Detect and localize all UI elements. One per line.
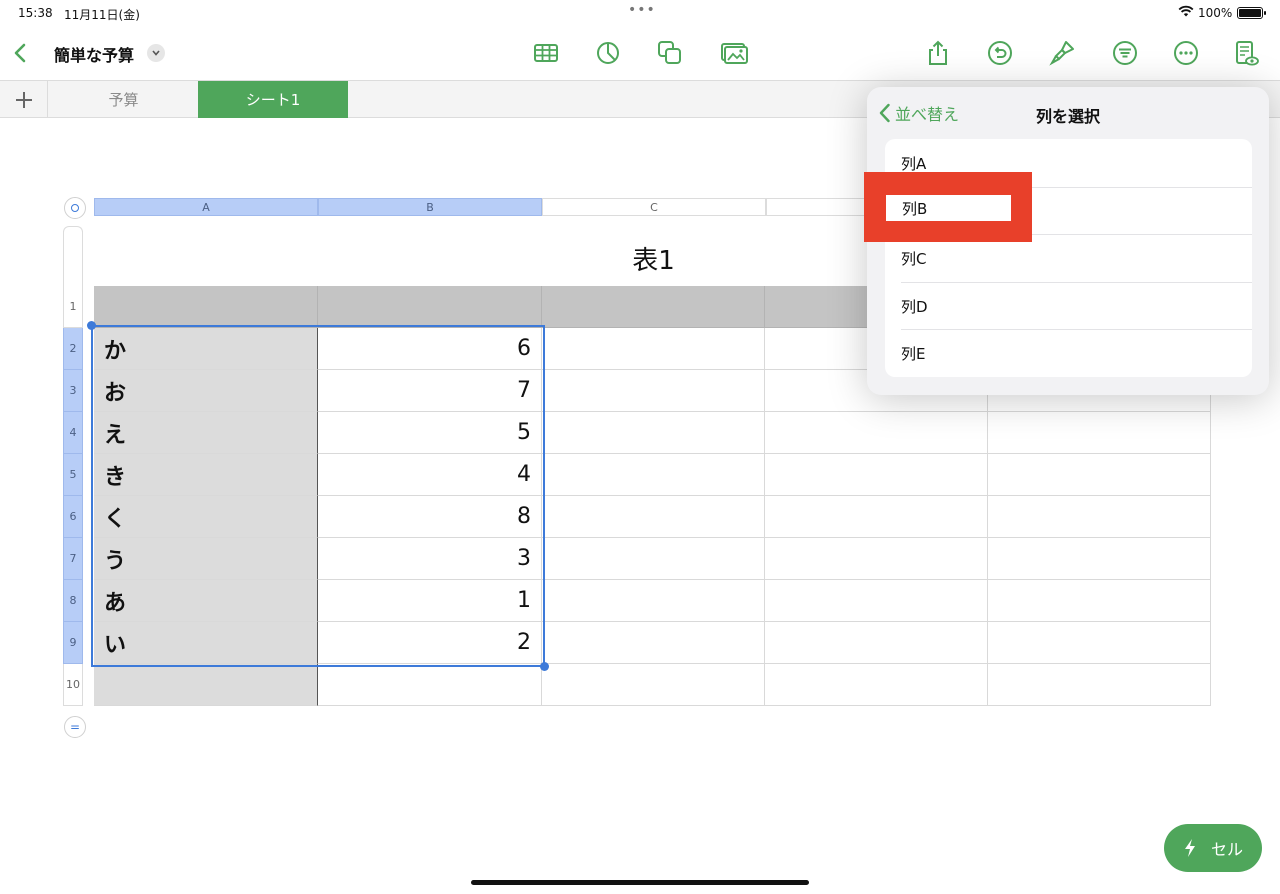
battery-percent: 100% bbox=[1198, 6, 1233, 20]
back-chevron-icon[interactable] bbox=[6, 38, 36, 68]
cell-action-button[interactable]: セル bbox=[1164, 824, 1262, 872]
cell-selection[interactable] bbox=[91, 325, 545, 667]
table-cell[interactable] bbox=[542, 454, 765, 496]
undo-icon[interactable] bbox=[985, 38, 1015, 68]
reading-view-icon[interactable] bbox=[1231, 38, 1261, 68]
column-option-e[interactable]: 列E bbox=[885, 329, 1252, 377]
table-cell[interactable] bbox=[988, 664, 1211, 706]
chart-icon[interactable] bbox=[593, 38, 623, 68]
more-icon[interactable] bbox=[1171, 38, 1201, 68]
add-sheet-icon[interactable] bbox=[0, 81, 48, 118]
table-cell[interactable] bbox=[988, 580, 1211, 622]
table-cell[interactable] bbox=[542, 328, 765, 370]
battery-icon bbox=[1237, 7, 1266, 19]
highlight-annotation: 列B bbox=[864, 172, 1032, 242]
selection-handle-top-left[interactable] bbox=[87, 321, 96, 330]
table-cell[interactable] bbox=[318, 286, 542, 328]
row-header-1[interactable]: 1 bbox=[63, 286, 83, 328]
column-header-b[interactable]: B bbox=[318, 198, 542, 216]
row-header-7[interactable]: 7 bbox=[63, 538, 83, 580]
share-icon[interactable] bbox=[923, 38, 953, 68]
table-cell[interactable] bbox=[765, 454, 988, 496]
wifi-icon bbox=[1178, 5, 1194, 20]
table-cell[interactable] bbox=[988, 538, 1211, 580]
column-option-d[interactable]: 列D bbox=[885, 282, 1252, 330]
tab-sheet1[interactable]: シート1 bbox=[198, 81, 348, 118]
table-cell[interactable] bbox=[765, 622, 988, 664]
document-title[interactable]: 簡単な予算 bbox=[54, 42, 134, 66]
media-icon[interactable] bbox=[719, 38, 749, 68]
row-header-9[interactable]: 9 bbox=[63, 622, 83, 664]
table-cell[interactable] bbox=[765, 412, 988, 454]
table-cell[interactable] bbox=[765, 664, 988, 706]
lightning-icon bbox=[1184, 839, 1195, 857]
table-title[interactable]: 表1 bbox=[542, 240, 765, 277]
row-header-8[interactable]: 8 bbox=[63, 580, 83, 622]
table-cell[interactable] bbox=[765, 538, 988, 580]
shape-icon[interactable] bbox=[655, 38, 685, 68]
format-brush-icon[interactable] bbox=[1047, 38, 1077, 68]
table-select-handle[interactable] bbox=[64, 197, 86, 219]
tab-yosan[interactable]: 予算 bbox=[49, 81, 199, 118]
table-cell[interactable] bbox=[988, 412, 1211, 454]
table-cell[interactable] bbox=[988, 454, 1211, 496]
row-header-5[interactable]: 5 bbox=[63, 454, 83, 496]
status-time: 15:38 bbox=[18, 6, 53, 20]
table-cell[interactable] bbox=[988, 622, 1211, 664]
status-bar: 15:38 11月11日(金) ••• 100% bbox=[0, 0, 1280, 28]
table-cell[interactable] bbox=[318, 664, 542, 706]
table-cell[interactable] bbox=[542, 286, 765, 328]
table-cell[interactable] bbox=[542, 370, 765, 412]
highlighted-column-option[interactable]: 列B bbox=[886, 195, 1011, 221]
table-icon[interactable] bbox=[531, 38, 561, 68]
multitasking-dots-icon[interactable]: ••• bbox=[628, 2, 656, 18]
table-cell[interactable] bbox=[542, 538, 765, 580]
table-cell[interactable] bbox=[94, 664, 318, 706]
cell-action-label: セル bbox=[1210, 840, 1243, 859]
table-cell[interactable] bbox=[765, 580, 988, 622]
row-header-6[interactable]: 6 bbox=[63, 496, 83, 538]
table-cell[interactable] bbox=[542, 622, 765, 664]
row-header-2[interactable]: 2 bbox=[63, 328, 83, 370]
table-cell[interactable] bbox=[542, 664, 765, 706]
column-header-a[interactable]: A bbox=[94, 198, 318, 216]
row-header-3[interactable]: 3 bbox=[63, 370, 83, 412]
add-row-icon[interactable]: = bbox=[64, 716, 86, 738]
selection-handle-bottom-right[interactable] bbox=[540, 662, 549, 671]
table-cell[interactable] bbox=[988, 496, 1211, 538]
row-header-10[interactable]: 10 bbox=[63, 664, 83, 706]
row-header-spacer bbox=[63, 226, 83, 286]
chevron-down-icon[interactable] bbox=[147, 44, 165, 62]
organize-icon[interactable] bbox=[1110, 38, 1140, 68]
table-cell[interactable] bbox=[542, 580, 765, 622]
home-indicator[interactable] bbox=[471, 880, 809, 885]
table-cell[interactable] bbox=[765, 496, 988, 538]
row-header-4[interactable]: 4 bbox=[63, 412, 83, 454]
table-cell[interactable] bbox=[94, 286, 318, 328]
table-cell[interactable] bbox=[542, 496, 765, 538]
table-cell[interactable] bbox=[542, 412, 765, 454]
toolbar: 簡単な予算 bbox=[0, 28, 1280, 80]
popover-title: 列を選択 bbox=[1035, 107, 1100, 126]
column-header-c[interactable]: C bbox=[542, 198, 766, 216]
status-date: 11月11日(金) bbox=[64, 8, 140, 22]
